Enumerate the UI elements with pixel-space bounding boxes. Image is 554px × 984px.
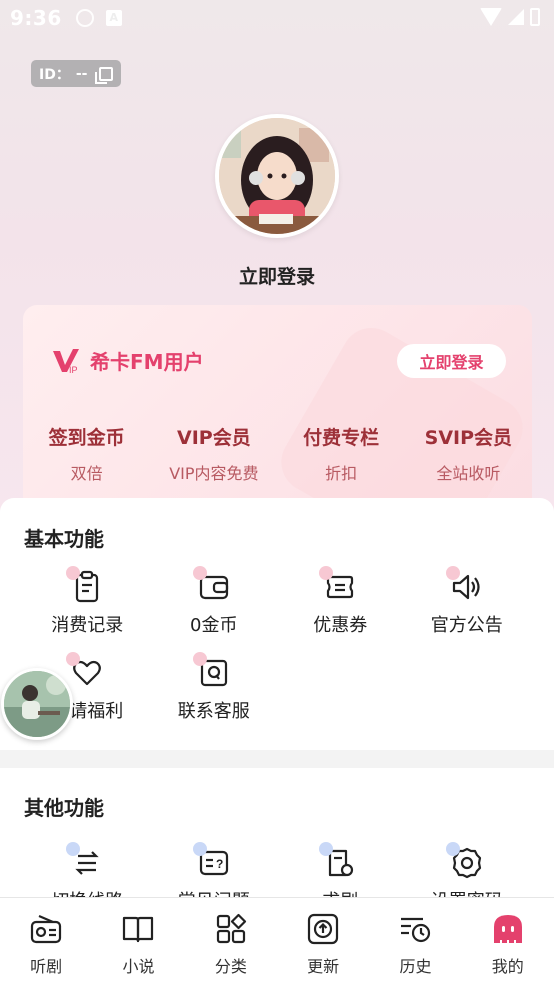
vip-benefits: 签到金币 双倍 VIP会员 VIP内容免费 付费专栏 折扣 SVIP会员 全站收…	[23, 423, 532, 484]
benefit-item[interactable]: SVIP会员 全站收听	[405, 423, 532, 484]
benefit-item[interactable]: 签到金币 双倍	[23, 423, 150, 484]
nav-tab-update[interactable]: 更新	[277, 898, 369, 984]
nav-label: 小说	[122, 957, 155, 976]
benefit-title: SVIP会员	[424, 427, 513, 449]
nav-tab-novel[interactable]: 小说	[92, 898, 184, 984]
faq-icon: ?	[192, 842, 231, 880]
user-id-chip[interactable]: ID： --	[31, 60, 122, 87]
wifi-icon	[480, 8, 502, 26]
function-label: 联系客服	[177, 701, 250, 722]
app-notification-icon: A	[105, 10, 122, 26]
floating-player-avatar[interactable]	[1, 668, 73, 740]
function-label: 官方公告	[430, 615, 503, 636]
benefit-title: 付费专栏	[303, 427, 380, 449]
clipboard-icon	[66, 566, 104, 604]
avatar-illustration	[219, 118, 335, 234]
update-icon	[308, 913, 339, 945]
support-icon	[192, 652, 231, 690]
clock-status-icon	[75, 9, 94, 27]
icon-accent-dot	[192, 842, 207, 856]
vip-card[interactable]: IP 希卡FM用户 立即登录 签到金币 双倍 VIP会员 VIP内容免费 付费专…	[23, 305, 532, 515]
speaker-icon	[445, 566, 484, 604]
nav-label: 历史	[399, 957, 432, 976]
nav-tab-history[interactable]: 历史	[369, 898, 461, 984]
radio-icon	[31, 914, 62, 944]
wallet-icon	[192, 566, 231, 604]
benefit-item[interactable]: VIP会员 VIP内容免费	[150, 423, 277, 484]
basic-functions-section: 基本功能 消费记录 0金币 优惠券 官方公告 邀请福利 联系客服	[0, 498, 554, 750]
status-time: 9:36	[10, 6, 62, 30]
id-value: --	[75, 65, 88, 82]
signal-icon	[508, 9, 524, 25]
function-label: 0金币	[190, 615, 238, 636]
copy-icon[interactable]	[95, 66, 114, 84]
function-customer-service[interactable]: 联系客服	[151, 652, 278, 742]
benefit-subtitle: 全站收听	[436, 464, 501, 483]
icon-accent-dot	[445, 842, 460, 856]
icon-accent-dot	[192, 652, 207, 666]
function-coins[interactable]: 0金币	[151, 566, 278, 656]
nav-label: 分类	[214, 957, 247, 976]
nav-tab-category[interactable]: 分类	[185, 898, 277, 984]
nav-label: 听剧	[30, 957, 63, 976]
section-title: 基本功能	[24, 527, 104, 551]
coupon-icon	[319, 566, 357, 604]
function-coupons[interactable]: 优惠券	[277, 566, 404, 656]
benefit-title: 签到金币	[48, 427, 125, 449]
mine-icon	[493, 915, 522, 943]
benefit-item[interactable]: 付费专栏 折扣	[278, 423, 405, 484]
benefit-title: VIP会员	[177, 427, 251, 449]
nav-tab-mine[interactable]: 我的	[462, 898, 554, 984]
switch-icon	[66, 842, 104, 880]
avatar[interactable]	[215, 114, 339, 238]
svg-text:IP: IP	[69, 365, 78, 375]
battery-icon	[530, 8, 540, 26]
nav-label: 更新	[307, 957, 340, 976]
vip-login-button[interactable]: 立即登录	[397, 344, 506, 378]
function-announcement[interactable]: 官方公告	[404, 566, 531, 656]
book-icon	[123, 916, 154, 943]
function-consumption-record[interactable]: 消费记录	[24, 566, 151, 656]
heart-icon	[66, 652, 104, 690]
benefit-subtitle: 双倍	[70, 464, 103, 483]
status-bar: 9:36 A	[0, 0, 554, 36]
function-label: 消费记录	[51, 615, 124, 636]
nav-label: 我的	[491, 957, 524, 976]
nav-tab-listen[interactable]: 听剧	[0, 898, 92, 984]
request-icon	[319, 842, 357, 880]
login-link[interactable]: 立即登录	[0, 262, 554, 289]
category-icon	[216, 913, 246, 944]
bottom-navigation: 听剧 小说 分类 更新 历史 我的	[0, 897, 554, 984]
other-functions-section: 其他功能 切换线路 ? 常见问题 求剧	[0, 768, 554, 912]
section-title: 其他功能	[24, 796, 104, 820]
floating-player-illustration	[4, 671, 70, 737]
icon-accent-dot	[192, 566, 207, 580]
vip-logo-icon: IP	[53, 349, 79, 375]
vip-title: 希卡FM用户	[90, 350, 204, 374]
history-icon	[401, 917, 431, 943]
id-label: ID：	[39, 66, 70, 83]
benefit-subtitle: 折扣	[325, 464, 358, 483]
benefit-subtitle: VIP内容免费	[169, 464, 259, 483]
gear-icon	[445, 842, 484, 880]
svg-text:?: ?	[216, 857, 223, 871]
function-label: 优惠券	[313, 615, 368, 636]
basic-functions-grid: 消费记录 0金币 优惠券 官方公告 邀请福利 联系客服	[24, 566, 531, 742]
icon-accent-dot	[445, 566, 460, 580]
